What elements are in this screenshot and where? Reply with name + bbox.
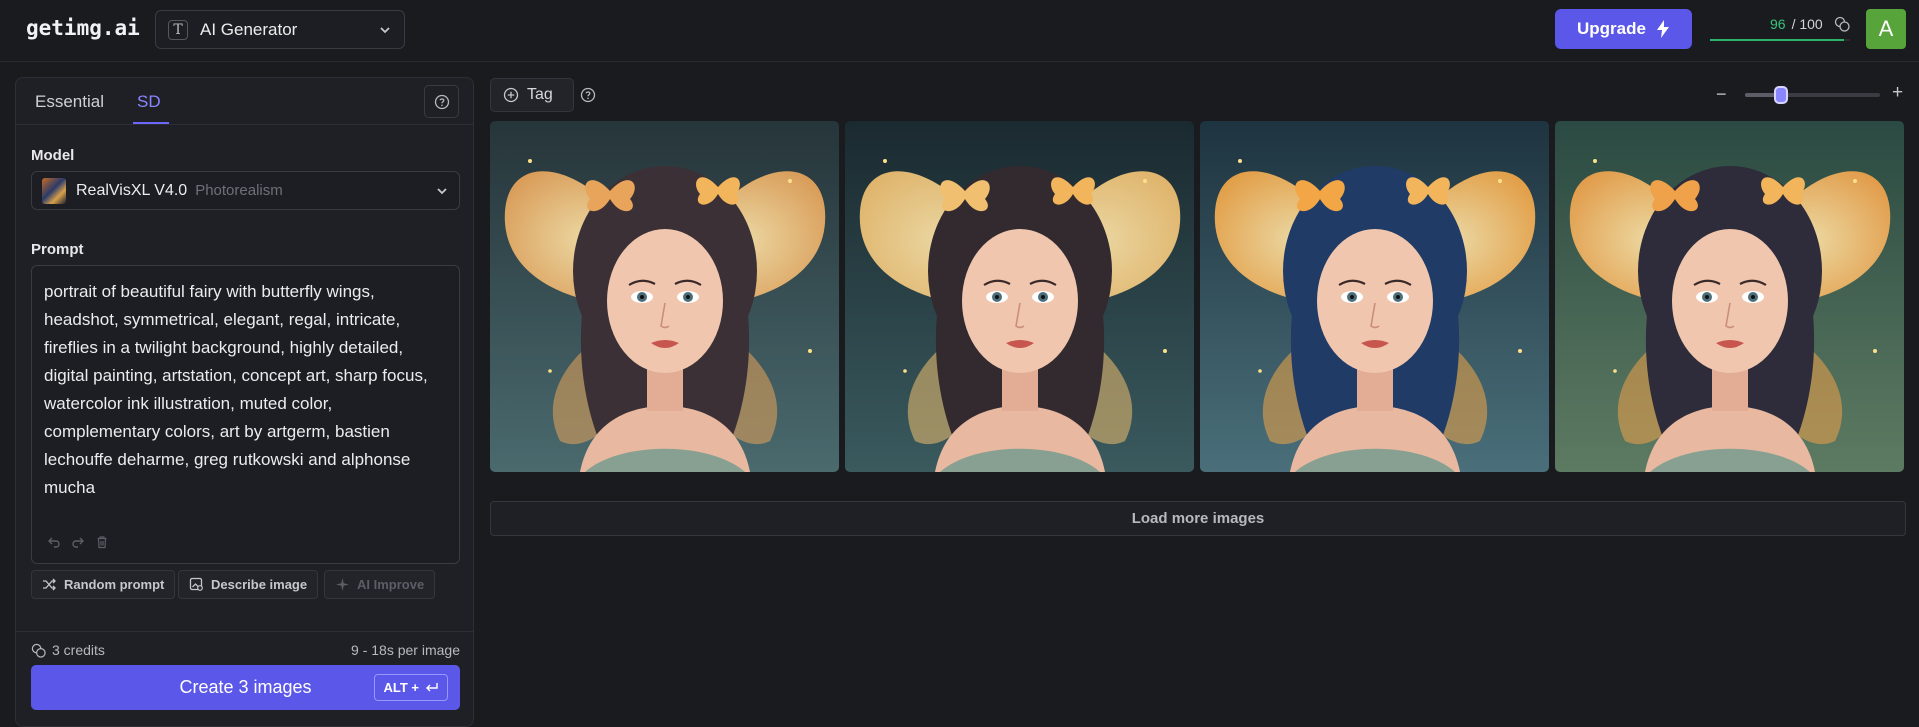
zoom-in-button[interactable]: + bbox=[1892, 82, 1903, 104]
redo-icon[interactable] bbox=[71, 535, 85, 549]
credits-bar bbox=[1710, 39, 1850, 41]
image-gallery bbox=[490, 121, 1906, 472]
zoom-slider-thumb[interactable] bbox=[1774, 86, 1789, 104]
active-tab-indicator bbox=[133, 122, 169, 124]
shuffle-icon bbox=[43, 578, 56, 591]
credits-used: 96 bbox=[1770, 16, 1786, 32]
random-prompt-label: Random prompt bbox=[64, 577, 165, 592]
trash-icon[interactable] bbox=[95, 535, 109, 549]
coins-icon bbox=[31, 643, 46, 658]
fairy-image-2[interactable] bbox=[845, 121, 1194, 472]
fairy-portrait-graphic bbox=[1555, 121, 1904, 472]
shortcut-text: ALT + bbox=[383, 680, 419, 695]
model-name: RealVisXL V4.0 bbox=[76, 181, 188, 199]
zoom-slider-track[interactable] bbox=[1745, 93, 1880, 97]
text-t-icon: T bbox=[168, 19, 188, 40]
enter-key-icon bbox=[426, 682, 438, 691]
credits-total: / 100 bbox=[1791, 16, 1823, 32]
question-icon bbox=[580, 87, 596, 103]
tag-label: Tag bbox=[527, 86, 553, 103]
credit-cost-text: 3 credits bbox=[52, 642, 105, 658]
prompt-label: Prompt bbox=[31, 241, 84, 258]
prompt-textarea[interactable]: portrait of beautiful fairy with butterf… bbox=[31, 265, 460, 564]
load-more-button[interactable]: Load more images bbox=[490, 501, 1906, 536]
tag-button[interactable]: Tag bbox=[490, 78, 574, 112]
chevron-down-icon bbox=[380, 26, 390, 33]
upgrade-label: Upgrade bbox=[1577, 19, 1646, 38]
upgrade-button[interactable]: Upgrade bbox=[1555, 9, 1692, 49]
settings-panel: Essential SD Model RealVisXL V4.0 Photor… bbox=[15, 77, 474, 727]
generator-select-label: AI Generator bbox=[200, 19, 298, 39]
help-button[interactable] bbox=[424, 85, 459, 118]
panel-tabs: Essential SD bbox=[16, 78, 473, 125]
model-tag: Photorealism bbox=[195, 182, 283, 199]
avatar[interactable]: A bbox=[1866, 9, 1906, 49]
fairy-portrait-graphic bbox=[1200, 121, 1549, 472]
generation-time: 9 - 18s per image bbox=[351, 642, 460, 658]
tab-sd[interactable]: SD bbox=[137, 92, 161, 112]
question-icon bbox=[434, 94, 449, 109]
model-thumbnail bbox=[42, 177, 66, 204]
fairy-portrait-graphic bbox=[490, 121, 839, 472]
model-label: Model bbox=[31, 147, 75, 164]
panel-footer: 3 credits 9 - 18s per image Create 3 ima… bbox=[16, 631, 473, 726]
credit-cost: 3 credits bbox=[31, 642, 105, 658]
tab-essential[interactable]: Essential bbox=[35, 92, 104, 112]
coins-icon bbox=[1834, 16, 1850, 32]
logo[interactable]: getimg.ai bbox=[26, 16, 140, 40]
credits-count: 96 / 100 bbox=[1770, 16, 1823, 32]
undo-icon[interactable] bbox=[47, 535, 61, 549]
image-search-icon bbox=[189, 577, 203, 591]
ai-improve-label: AI Improve bbox=[357, 577, 425, 592]
fairy-image-1[interactable] bbox=[490, 121, 839, 472]
credits-bar-fill bbox=[1710, 39, 1845, 41]
random-prompt-button[interactable]: Random prompt bbox=[31, 570, 176, 599]
lightning-icon bbox=[1656, 20, 1669, 38]
generator-select[interactable]: T AI Generator bbox=[155, 10, 405, 49]
create-images-button[interactable]: Create 3 images ALT + bbox=[31, 665, 460, 710]
ai-improve-button[interactable]: AI Improve bbox=[324, 570, 436, 599]
fairy-image-3[interactable] bbox=[1200, 121, 1549, 472]
sparkle-icon bbox=[336, 578, 349, 591]
tag-help-icon[interactable] bbox=[580, 87, 596, 108]
prompt-tools bbox=[47, 535, 109, 549]
zoom-out-button[interactable]: − bbox=[1716, 84, 1727, 105]
credits-meter[interactable]: 96 / 100 bbox=[1710, 14, 1850, 42]
keyboard-shortcut: ALT + bbox=[374, 674, 448, 701]
plus-circle-icon bbox=[503, 87, 519, 103]
top-bar: getimg.ai T AI Generator Upgrade 96 / 100… bbox=[0, 0, 1919, 62]
chevron-down-icon bbox=[437, 187, 447, 194]
describe-image-label: Describe image bbox=[211, 577, 308, 592]
fairy-portrait-graphic bbox=[845, 121, 1194, 472]
zoom-control: − + bbox=[1716, 82, 1908, 108]
prompt-text: portrait of beautiful fairy with butterf… bbox=[44, 282, 428, 497]
model-select[interactable]: RealVisXL V4.0 Photorealism bbox=[31, 171, 460, 210]
fairy-image-4[interactable] bbox=[1555, 121, 1904, 472]
describe-image-button[interactable]: Describe image bbox=[178, 570, 319, 599]
